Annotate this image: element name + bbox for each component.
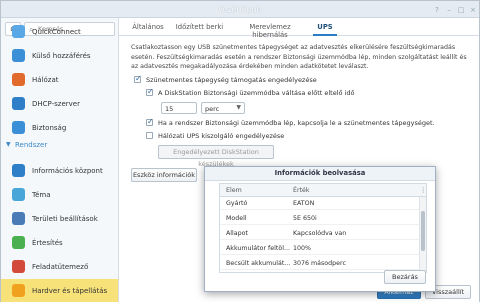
safe-mode-checkbox[interactable] <box>146 87 154 96</box>
column-header-item: Elem <box>226 187 242 194</box>
notification-icon <box>12 236 25 249</box>
table-row: Állapot Kapcsolódva van <box>220 227 426 240</box>
close-icon[interactable]: × <box>469 6 477 14</box>
sidebar-item-label: Területi beállítások <box>32 215 98 223</box>
close-dialog-button[interactable]: Bezárás <box>384 270 426 284</box>
poweroff-ups-checkbox[interactable] <box>146 117 154 126</box>
sidebar: ⌂ ⌕ QuickConnectKülső hozzáférésHálózatD… <box>1 18 119 302</box>
table-row: Becsült akkumulát... 3076 másodperc <box>220 257 426 270</box>
sidebar-item[interactable]: Információs központ <box>1 159 118 183</box>
tab-ups[interactable]: UPS <box>313 18 337 36</box>
sidebar-item[interactable]: Hardver és tápellátás <box>1 279 118 302</box>
cell-value: 100% <box>293 245 312 252</box>
dialog-title: Információk beolvasása <box>205 167 435 181</box>
maximize-icon[interactable]: □ <box>457 6 465 14</box>
table-row: Akkumulátor feltöl... 100% <box>220 242 426 255</box>
window-title: Vezérlőpult <box>217 5 263 14</box>
ups-description: Csatlakoztasson egy USB szünetmentes táp… <box>131 44 467 70</box>
column-header-value: Érték <box>293 187 310 194</box>
enable-ups-label: Szünetmentes tápegység támogatás engedél… <box>146 76 317 84</box>
scrollbar-thumb[interactable] <box>421 211 425 251</box>
globe-icon <box>12 49 25 62</box>
dhcp-icon <box>12 97 25 110</box>
bulb-icon <box>12 284 25 297</box>
poweroff-ups-label: Ha a rendszer Biztonsági üzemmódba lép, … <box>158 119 435 127</box>
quickconnect-icon <box>12 25 25 38</box>
network-ups-checkbox[interactable] <box>146 132 153 139</box>
shield-icon <box>12 121 25 134</box>
sidebar-item[interactable]: Külső hozzáférés <box>1 44 118 68</box>
sidebar-item-label: Értesítés <box>32 239 63 247</box>
sidebar-item[interactable]: Területi beállítások <box>1 207 118 231</box>
chevron-down-icon: ▼ <box>236 104 241 111</box>
table-scrollbar[interactable] <box>419 197 426 272</box>
table-header: Elem Érték ⋮ <box>220 184 426 197</box>
time-unit-value: perc <box>205 105 220 113</box>
enable-ups-checkbox[interactable] <box>134 74 142 83</box>
sidebar-item-label: Téma <box>32 191 51 199</box>
time-unit-select[interactable]: perc ▼ <box>201 102 245 114</box>
cell-value: 3076 másodperc <box>293 260 346 267</box>
cell-item: Akkumulátor feltöl... <box>226 245 290 252</box>
cell-item: Becsült akkumulát... <box>226 260 290 267</box>
cell-item: Gyártó <box>226 200 248 207</box>
cell-value: Kapcsolódva van <box>293 230 347 237</box>
sidebar-item[interactable]: Értesítés <box>1 231 118 255</box>
collapse-arrow-icon: ▼ <box>6 141 11 148</box>
tab-hibernation[interactable]: Merevlemez hibernálás <box>231 18 309 39</box>
tab-scheduled[interactable]: Időzített berki <box>172 18 227 36</box>
info-icon <box>12 164 25 177</box>
palette-icon <box>12 188 25 201</box>
section-rendszer[interactable]: ▼ Rendszer <box>1 138 118 152</box>
titlebar: Vezérlőpult ? – □ × <box>1 1 479 18</box>
table-row: Gyártó EATON <box>220 197 426 210</box>
info-dialog: Információk beolvasása Elem Érték ⋮ Gyár… <box>204 166 436 292</box>
tab-general[interactable]: Általános <box>129 18 167 36</box>
sidebar-item-label: QuickConnect <box>32 28 81 36</box>
sidebar-item[interactable]: Téma <box>1 183 118 207</box>
regional-icon <box>12 212 25 225</box>
sidebar-item[interactable]: Feladatütemező <box>1 255 118 279</box>
allowed-devices-button[interactable]: Engedélyezett DiskStation készülékek <box>158 145 274 168</box>
sidebar-item-label: Biztonság <box>32 124 67 132</box>
sidebar-item-label: Információs központ <box>32 167 103 175</box>
control-panel-window: Vezérlőpult ? – □ × ⌂ ⌕ QuickConnectKüls… <box>0 0 480 302</box>
sidebar-item-label: Hálózat <box>32 76 59 84</box>
sidebar-item[interactable]: DHCP-szerver <box>1 92 118 116</box>
info-table: Elem Érték ⋮ Gyártó EATON Modell 5E 650i Áll… <box>219 183 427 273</box>
section-label: Rendszer <box>15 141 48 149</box>
sidebar-item-label: DHCP-szerver <box>32 100 80 108</box>
tab-bar: Általános Időzített berki Merevlemez hib… <box>119 18 479 39</box>
column-menu-icon[interactable]: ⋮ <box>420 187 426 194</box>
network-ups-label: Hálózati UPS kiszolgáló engedélyezése <box>158 132 285 140</box>
device-info-button[interactable]: Eszköz információk <box>131 168 197 182</box>
network-icon <box>12 73 25 86</box>
table-row: Modell 5E 650i <box>220 212 426 225</box>
cell-value: EATON <box>293 200 315 207</box>
sidebar-item-label: Külső hozzáférés <box>32 52 91 60</box>
safe-mode-label: A DiskStation Biztonsági üzemmódba váltá… <box>158 89 355 97</box>
cell-item: Állapot <box>226 230 248 237</box>
sidebar-item-label: Feladatütemező <box>32 263 89 271</box>
help-icon[interactable]: ? <box>433 6 441 14</box>
sidebar-item[interactable]: Biztonság <box>1 116 118 140</box>
calendar-icon <box>12 260 25 273</box>
sidebar-item[interactable]: Hálózat <box>1 68 118 92</box>
time-input[interactable]: 15 <box>161 102 197 114</box>
cell-item: Modell <box>226 215 247 222</box>
sidebar-item-label: Hardver és tápellátás <box>32 287 108 295</box>
sidebar-item[interactable]: QuickConnect <box>1 20 118 44</box>
minimize-icon[interactable]: – <box>445 6 453 14</box>
cell-value: 5E 650i <box>293 215 317 222</box>
